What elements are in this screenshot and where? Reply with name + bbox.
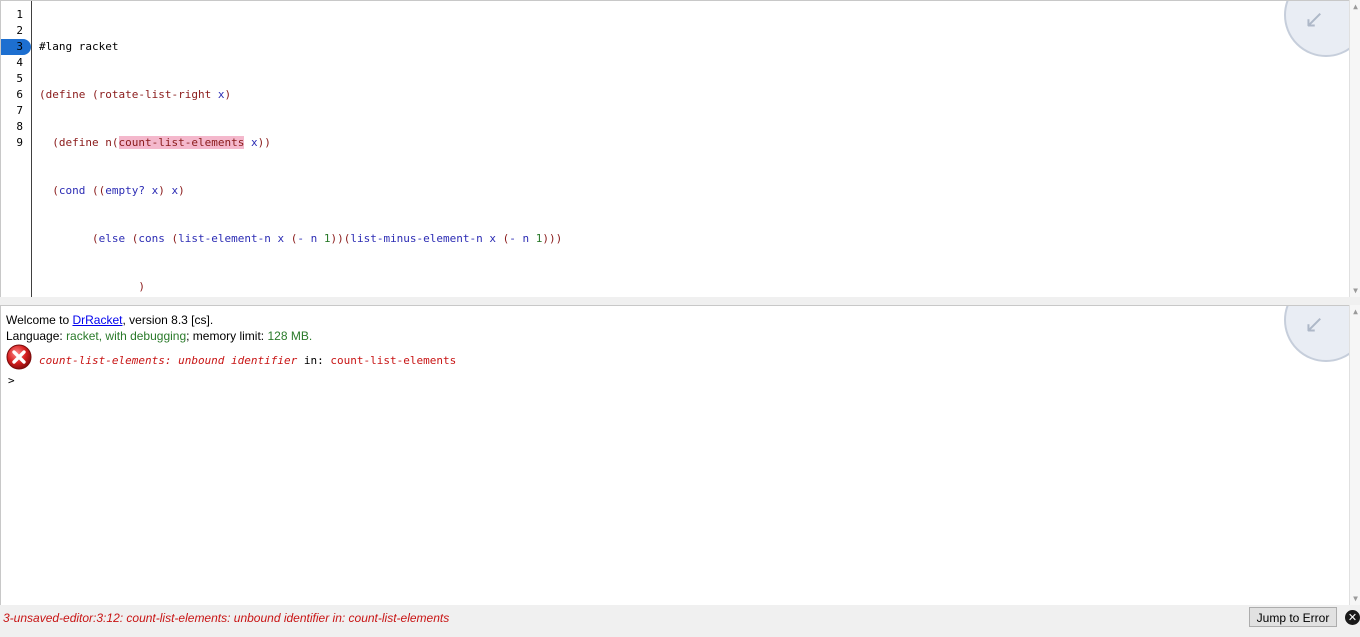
argument: n <box>303 232 318 245</box>
line-number: 1 <box>16 8 23 21</box>
paren: ) <box>224 88 232 101</box>
error-highlight: count-list-elements <box>118 136 245 149</box>
line-number: 7 <box>16 104 23 117</box>
paren: ( <box>52 184 59 197</box>
status-bar: 3-unsaved-editor:3:12: count-list-elemen… <box>0 605 1360 637</box>
close-icon[interactable]: ✕ <box>1345 610 1360 625</box>
paren: ) <box>178 184 185 197</box>
paren: ( <box>111 136 119 149</box>
language-label: Language: <box>6 329 67 343</box>
function-name: list-minus-element-n <box>350 232 483 245</box>
error-description: count-list-elements: unbound identifier <box>39 354 298 367</box>
code-line-5: (else (cons (list-element-n x (- n 1))(l… <box>39 231 562 247</box>
language-value: racket, with debugging <box>66 329 187 343</box>
pane-splitter[interactable] <box>0 297 1360 305</box>
welcome-line: Welcome to DrRacket, version 8.3 [cs]. <box>6 312 312 328</box>
code-line-1: #lang racket <box>39 39 562 55</box>
paren: ) <box>39 280 145 293</box>
period: . <box>308 329 313 343</box>
argument: x <box>482 232 497 245</box>
variable-name: n <box>98 136 112 149</box>
keyword: define <box>58 136 99 149</box>
function-name: cons <box>138 232 165 245</box>
paren: )) <box>257 136 271 149</box>
version-text: , version 8.3 [cs]. <box>122 313 214 327</box>
line-number-current: 3 <box>1 39 31 55</box>
argument: x <box>244 136 258 149</box>
function-name: list-element-n <box>178 232 271 245</box>
paren: ( <box>85 88 99 101</box>
argument: n <box>515 232 530 245</box>
paren: ( <box>52 136 59 149</box>
code-line-3: (define n(count-list-elements x)) <box>39 135 562 151</box>
paren: (( <box>92 184 106 197</box>
line-number: 9 <box>16 136 23 149</box>
argument: x <box>211 88 225 101</box>
welcome-prefix: Welcome to <box>6 313 73 327</box>
paren: ))( <box>330 232 351 245</box>
keyword: define <box>45 88 86 101</box>
line-number-gutter: 1 2 3 4 5 6 7 8 9 <box>1 1 32 298</box>
welcome-text: Welcome to DrRacket, version 8.3 [cs]. L… <box>6 312 312 344</box>
argument: x <box>145 184 159 197</box>
interactions-scrollbar[interactable]: ▲ ▼ <box>1349 305 1360 605</box>
error-x-icon[interactable] <box>6 344 32 370</box>
code-line-6: ) <box>39 279 562 295</box>
function-name: rotate-list-right <box>98 88 212 101</box>
function-name: empty? <box>105 184 145 197</box>
error-text: count-list-elements: unbound identifier … <box>39 354 456 367</box>
memory-value: 128 MB <box>267 329 309 343</box>
code-line-2: (define (rotate-list-right x) <box>39 87 562 103</box>
argument: x <box>270 232 285 245</box>
line-number: 8 <box>16 120 23 133</box>
paren: ( <box>91 232 99 245</box>
resize-arrow-icon[interactable]: ↙ <box>1284 1 1350 57</box>
source-code[interactable]: #lang racket (define (rotate-list-right … <box>39 7 562 298</box>
operator: - <box>509 232 516 245</box>
scroll-down-icon[interactable]: ▼ <box>1352 595 1359 603</box>
definitions-editor[interactable]: 1 2 3 4 5 6 7 8 9 #lang racket (define (… <box>0 0 1350 298</box>
line-number: 2 <box>16 24 23 37</box>
paren: ))) <box>542 232 563 245</box>
paren: ) <box>158 184 165 197</box>
keyword: else <box>98 232 126 245</box>
keyword: cond <box>58 184 86 197</box>
drracket-link[interactable]: DrRacket <box>72 313 122 327</box>
code-line-4: (cond ((empty? x) x) <box>39 183 562 199</box>
number-literal: 1 <box>317 232 331 245</box>
line-number: 4 <box>16 56 23 69</box>
jump-to-error-button[interactable]: Jump to Error <box>1249 607 1337 627</box>
argument: x <box>164 184 179 197</box>
status-error-message: 3-unsaved-editor:3:12: count-list-elemen… <box>3 611 450 625</box>
error-identifier: count-list-elements <box>330 354 457 367</box>
error-in-label: in: <box>297 354 331 367</box>
operator: - <box>297 232 304 245</box>
memory-label: ; memory limit: <box>186 329 268 343</box>
interactions-pane[interactable]: Welcome to DrRacket, version 8.3 [cs]. L… <box>0 305 1350 606</box>
definitions-scrollbar[interactable]: ▲ ▼ <box>1349 0 1360 297</box>
scroll-up-icon[interactable]: ▲ <box>1352 3 1359 11</box>
language-line: Language: racket, with debugging; memory… <box>6 328 312 344</box>
scroll-up-icon[interactable]: ▲ <box>1352 308 1359 316</box>
line-number: 5 <box>16 72 23 85</box>
lang-line: #lang racket <box>39 40 119 53</box>
number-literal: 1 <box>529 232 543 245</box>
scroll-down-icon[interactable]: ▼ <box>1352 287 1359 295</box>
paren: ( <box>39 88 46 101</box>
line-number: 6 <box>16 88 23 101</box>
repl-prompt[interactable]: > <box>8 374 15 387</box>
resize-arrow-icon[interactable]: ↙ <box>1284 306 1350 362</box>
